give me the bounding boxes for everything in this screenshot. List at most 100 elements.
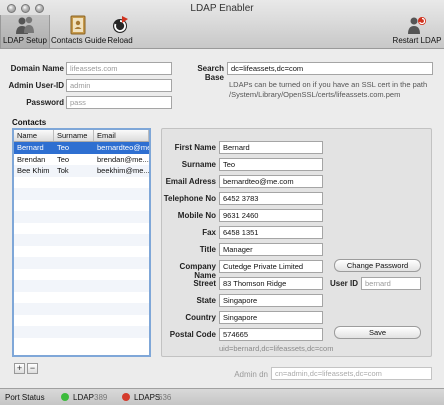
change-password-button[interactable]: Change Password	[334, 259, 421, 272]
column-header-name[interactable]: Name	[14, 130, 54, 141]
column-header-email[interactable]: Email	[94, 130, 149, 141]
address-book-icon	[70, 15, 86, 35]
column-header-surname[interactable]: Surname	[54, 130, 94, 141]
empty-row	[14, 315, 149, 327]
table-row[interactable]: Bee Khim Tok beekhim@me...	[14, 165, 149, 177]
country-field[interactable]: Singapore	[219, 311, 323, 324]
cell-email: beekhim@me...	[97, 166, 149, 176]
empty-row	[14, 177, 149, 189]
ldaps-label: LDAPS	[134, 393, 161, 402]
ssl-note: LDAPs can be turned on if you have an SS…	[229, 80, 441, 100]
contacts-table[interactable]: Name Surname Email Bernard Teo bernardte…	[12, 128, 151, 357]
surname-field[interactable]: Teo	[219, 158, 323, 171]
remove-contact-button[interactable]: −	[27, 363, 38, 374]
domain-name-field[interactable]: lifeassets.com	[66, 62, 172, 75]
cell-name: Bee Khim	[17, 166, 50, 176]
table-row[interactable]: Brendan Teo brendan@me...	[14, 154, 149, 166]
empty-row	[14, 257, 149, 269]
empty-row	[14, 269, 149, 281]
cell-name: Brendan	[17, 154, 46, 164]
fax-label: Fax	[202, 228, 216, 237]
user-id-field[interactable]: bernard	[361, 277, 421, 290]
empty-row	[14, 246, 149, 258]
empty-row	[14, 326, 149, 338]
empty-row	[14, 234, 149, 246]
empty-row	[14, 280, 149, 292]
fax-field[interactable]: 6458 1351	[219, 226, 323, 239]
ldap-setup-button[interactable]: LDAP Setup	[0, 15, 50, 48]
email-field[interactable]: bernardteo@me.com	[219, 175, 323, 188]
admin-dn-field: cn=admin,dc=lifeassets,dc=com	[271, 367, 432, 380]
cell-name: Bernard	[17, 143, 44, 153]
contacts-table-header: Name Surname Email	[14, 130, 149, 142]
window-title: LDAP Enabler	[190, 3, 254, 14]
country-label: Country	[185, 313, 216, 322]
app-window: LDAP Enabler LDAP Setup Contacts Guide R…	[0, 0, 444, 405]
table-row[interactable]: Bernard Teo bernardteo@me...	[14, 142, 149, 154]
postal-code-field[interactable]: 574665	[219, 328, 323, 341]
empty-row	[14, 292, 149, 304]
title-bar: LDAP Enabler LDAP Setup Contacts Guide R…	[0, 0, 444, 49]
restart-ldap-button[interactable]: Restart LDAP	[392, 15, 442, 48]
postal-code-label: Postal Code	[169, 330, 216, 339]
state-field[interactable]: Singapore	[219, 294, 323, 307]
contacts-title: Contacts	[12, 118, 47, 127]
users-icon	[16, 16, 34, 34]
save-button[interactable]: Save	[334, 326, 421, 339]
company-field[interactable]: Cutedge Private Limited	[219, 260, 323, 273]
street-label: Street	[193, 279, 216, 288]
contacts-guide-button[interactable]: Contacts Guide	[51, 15, 107, 48]
ldap-setup-label: LDAP Setup	[3, 36, 47, 45]
empty-row	[14, 338, 149, 350]
cell-surname: Teo	[57, 154, 70, 164]
cell-email: bernardteo@me...	[97, 143, 149, 153]
title-field[interactable]: Manager	[219, 243, 323, 256]
ssl-note-line-1: LDAPs can be turned on if you have an SS…	[229, 80, 428, 89]
telephone-label: Telephone No	[163, 194, 216, 203]
ldap-label: LDAP	[73, 393, 94, 402]
first-name-label: First Name	[174, 143, 216, 152]
cell-surname: Tok	[57, 166, 69, 176]
admin-user-id-label: Admin User-ID	[8, 81, 64, 90]
mobile-field[interactable]: 9631 2460	[219, 209, 323, 222]
contacts-rows: Bernard Teo bernardteo@me... Brendan Teo…	[14, 142, 149, 349]
company-label: Company Name	[179, 262, 216, 280]
port-status-label: Port Status	[5, 393, 45, 402]
cell-surname: Teo	[57, 143, 70, 153]
search-base-label: Search Base	[197, 64, 224, 82]
password-field[interactable]: pass	[66, 96, 172, 109]
reload-button[interactable]: Reload	[106, 15, 134, 48]
cell-email: brendan@me...	[97, 154, 149, 164]
title-label: Title	[199, 245, 216, 254]
contacts-guide-label: Contacts Guide	[51, 36, 107, 45]
mobile-label: Mobile No	[177, 211, 216, 220]
street-field[interactable]: 83 Thomson Ridge	[219, 277, 323, 290]
empty-row	[14, 303, 149, 315]
first-name-field[interactable]: Bernard	[219, 141, 323, 154]
password-label: Password	[26, 98, 64, 107]
ssl-note-line-2: /System/Library/OpenSSL/certs/lifeassets…	[229, 90, 401, 99]
status-bar: Port Status LDAP 389 LDAPS 636	[0, 388, 444, 405]
user-dn-text: uid=bernard,dc=lifeassets,dc=com	[219, 344, 334, 353]
empty-row	[14, 188, 149, 200]
domain-name-label: Domain Name	[10, 64, 64, 73]
surname-label: Surname	[181, 160, 216, 169]
add-contact-button[interactable]: +	[14, 363, 25, 374]
telephone-field[interactable]: 6452 3783	[219, 192, 323, 205]
ldap-status-icon	[61, 393, 69, 401]
admin-user-id-field[interactable]: admin	[66, 79, 172, 92]
empty-row	[14, 223, 149, 235]
restart-users-icon	[408, 17, 426, 34]
email-label: Email Adress	[165, 177, 216, 186]
restart-ldap-label: Restart LDAP	[392, 36, 442, 45]
ldaps-port: 636	[158, 393, 172, 402]
reload-icon	[113, 16, 128, 33]
search-base-field[interactable]: dc=lifeassets,dc=com	[227, 62, 433, 75]
ldaps-status-icon	[122, 393, 130, 401]
admin-dn-label: Admin dn	[234, 370, 268, 379]
reload-label: Reload	[107, 36, 133, 45]
empty-row	[14, 211, 149, 223]
ldap-port: 389	[94, 393, 108, 402]
empty-row	[14, 200, 149, 212]
user-id-label: User ID	[330, 279, 359, 288]
